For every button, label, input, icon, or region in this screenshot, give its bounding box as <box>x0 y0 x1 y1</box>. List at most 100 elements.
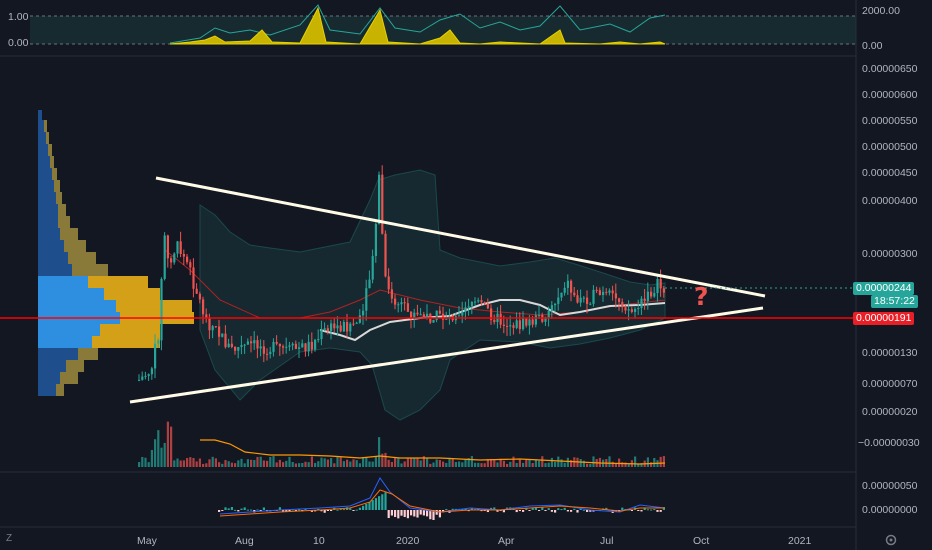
volume-bar <box>621 462 624 467</box>
volume-bar <box>374 456 377 467</box>
macd-histogram-bar <box>323 510 326 513</box>
candle-body <box>160 278 163 341</box>
macd-histogram-bar <box>381 494 384 510</box>
candle-body <box>515 320 518 328</box>
volume-bar <box>483 463 486 467</box>
volume-bar <box>157 430 160 467</box>
candle-body <box>464 307 467 312</box>
macd-histogram-bar <box>368 501 371 510</box>
candle-body <box>576 295 579 303</box>
volume-bar <box>253 460 256 467</box>
candle-body <box>538 314 541 316</box>
candle-body <box>646 291 649 302</box>
macd-histogram-bar <box>384 492 387 510</box>
candle-body <box>141 376 144 380</box>
top-right-label-2000: 2000.00 <box>862 5 900 17</box>
candle-body <box>582 297 585 299</box>
macd-histogram-bar <box>538 510 541 511</box>
volume-bar <box>192 458 195 467</box>
candle-body <box>365 288 368 311</box>
time-label: 10 <box>313 535 325 547</box>
gear-icon[interactable] <box>884 533 898 547</box>
volume-bar <box>189 457 192 467</box>
volume-bar <box>362 457 365 467</box>
candle-body <box>237 347 240 351</box>
candle-body <box>230 343 233 347</box>
volume-bar <box>378 437 381 467</box>
volume-bar <box>611 461 614 467</box>
candle-body <box>470 301 473 307</box>
volume-bar <box>477 462 480 467</box>
candle-body <box>317 339 320 341</box>
candle-body <box>614 293 617 299</box>
macd-histogram-bar <box>518 510 521 512</box>
macd-histogram-bar <box>637 510 640 511</box>
candle-body <box>618 298 621 302</box>
candle-body <box>307 341 310 352</box>
macd-label-050: 0.00000050 <box>862 480 918 492</box>
macd-histogram-bar <box>390 510 393 516</box>
volume-bar <box>256 456 259 467</box>
volume-bar <box>138 462 141 467</box>
candle-body <box>637 308 640 310</box>
macd-histogram-bar <box>522 510 525 512</box>
candle-body <box>621 301 624 308</box>
volume-bar <box>653 457 656 467</box>
candle-body <box>314 339 317 350</box>
candle-body <box>358 315 361 323</box>
volume-bar <box>218 462 221 467</box>
volume-bar <box>586 463 589 467</box>
volume-bar <box>230 462 233 467</box>
macd-histogram-bar <box>570 510 573 512</box>
volume-bar <box>435 459 438 467</box>
candle-body <box>211 326 214 331</box>
macd-histogram-bar <box>426 510 429 517</box>
volume-bar <box>429 463 432 467</box>
macd-histogram-bar <box>330 510 333 511</box>
volume-bar <box>368 461 371 467</box>
volume-bar <box>221 463 224 467</box>
candle-body <box>627 309 630 311</box>
chart-canvas[interactable]: 1.00 0.00 2000.00 0.00 0.00000050 0.0000… <box>0 0 932 550</box>
macd-histogram-bar <box>352 510 355 511</box>
macd-histogram-bar <box>362 505 365 510</box>
macd-histogram-bar <box>358 507 361 510</box>
macd-histogram-bar <box>250 509 253 511</box>
candle-body <box>346 322 349 332</box>
volume-bar <box>358 463 361 467</box>
candle-body <box>208 318 211 331</box>
candle-body <box>579 297 582 303</box>
candle-body <box>266 353 269 355</box>
time-label: 2020 <box>396 535 420 547</box>
candle-body <box>170 258 173 263</box>
macd-histogram-bar <box>227 508 230 510</box>
price-label: 0.00000450 <box>862 167 918 179</box>
candle-body <box>278 343 281 347</box>
volume-bar <box>154 439 157 467</box>
volume-bar <box>426 458 429 467</box>
candle-body <box>467 306 470 308</box>
candle-body <box>218 326 221 337</box>
volume-bar <box>509 461 512 467</box>
candle-body <box>352 323 355 325</box>
candle-body <box>250 341 253 344</box>
macd-histogram-bar <box>656 510 659 512</box>
candle-body <box>474 301 477 303</box>
log-scale-toggle[interactable]: Z <box>6 533 12 544</box>
candle-body <box>608 290 611 293</box>
volume-bar <box>493 460 496 467</box>
candle-body <box>310 341 313 350</box>
volume-bar <box>170 426 173 467</box>
candle-body <box>243 344 246 346</box>
volume-bar <box>659 456 662 467</box>
volume-bar <box>186 458 189 467</box>
volume-bar <box>176 458 179 467</box>
macd-histogram-bar <box>646 509 649 511</box>
candle-body <box>506 325 509 327</box>
volume-bar <box>339 456 342 467</box>
macd-histogram-bar <box>560 509 563 511</box>
macd-histogram-bar <box>554 510 557 513</box>
candle-body <box>349 323 352 332</box>
volume-bar <box>352 459 355 467</box>
candle-body <box>163 235 166 279</box>
